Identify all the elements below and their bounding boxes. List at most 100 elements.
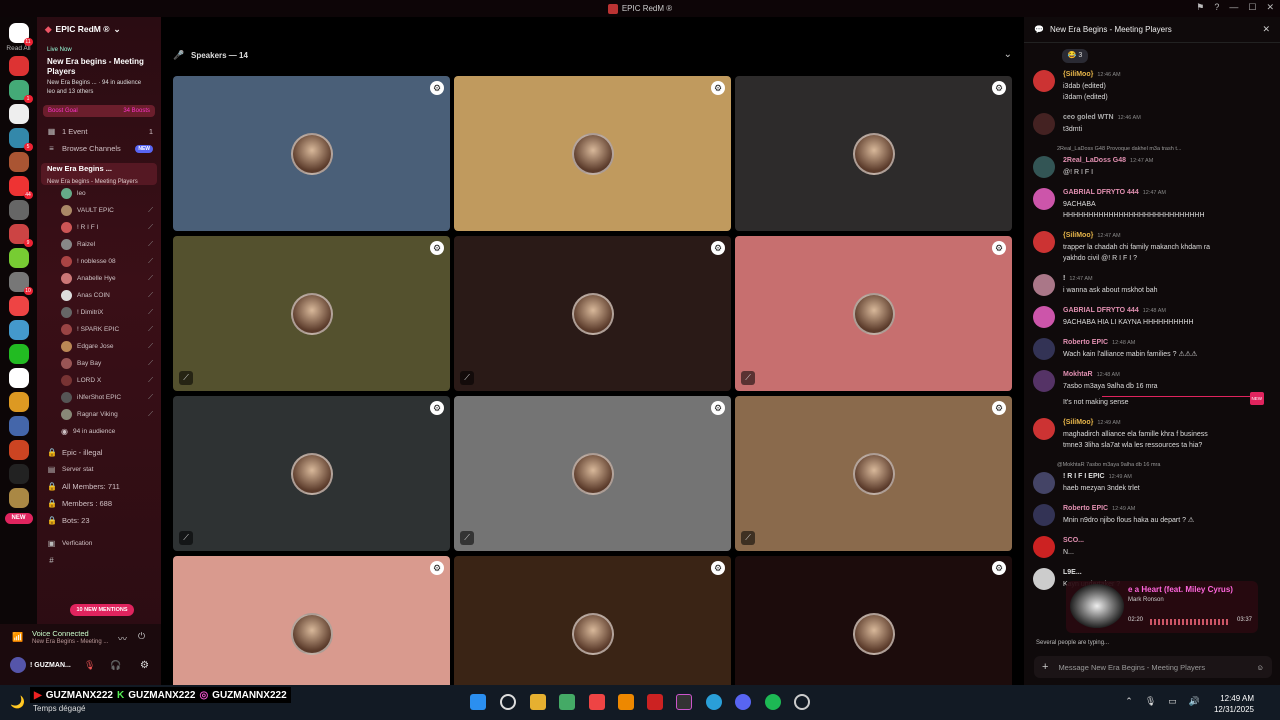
message-author[interactable]: {SiliMoo}	[1063, 419, 1093, 426]
server-icon[interactable]	[8, 464, 29, 484]
voice-user[interactable]: iNferShot EPIC ⟋	[37, 389, 161, 406]
app-icon[interactable]	[794, 694, 810, 710]
message-author[interactable]: Roberto EPIC	[1063, 505, 1108, 512]
voice-user[interactable]: ! noblesse 08 ⟋	[37, 253, 161, 270]
tile-options-icon[interactable]: ⚙	[711, 81, 725, 95]
clock[interactable]: 12:49 AM 12/31/2025	[1214, 693, 1254, 715]
voice-user[interactable]: ! R I F I ⟋	[37, 219, 161, 236]
server-header[interactable]: ◆ EPIC RedM ® ⌄	[37, 17, 161, 41]
voice-user[interactable]: ! SPARK EPIC ⟋	[37, 321, 161, 338]
progress-bar[interactable]	[1150, 619, 1230, 625]
reaction-pill[interactable]: 😂 3	[1062, 49, 1088, 63]
message-input[interactable]: + Message New Era Begins - Meeting Playe…	[1034, 656, 1272, 678]
speaker-tile[interactable]: ⚙ ⟋	[735, 236, 1012, 391]
avatar[interactable]	[1033, 156, 1055, 178]
store-icon[interactable]	[559, 694, 575, 710]
audience-count[interactable]: ◉ 94 in audience	[37, 423, 161, 440]
discord-home-icon[interactable]: 11	[8, 23, 33, 46]
avatar[interactable]	[1033, 274, 1055, 296]
tile-options-icon[interactable]: ⚙	[711, 401, 725, 415]
mic-muted-icon[interactable]: 🎙	[84, 660, 95, 671]
message-author[interactable]: Roberto EPIC	[1063, 339, 1108, 346]
speaker-tile[interactable]: ⚙ ⟋	[735, 396, 1012, 551]
events-channel[interactable]: ▦ 1 Event 1	[37, 123, 161, 140]
avatar[interactable]	[1033, 568, 1055, 590]
minimize-button[interactable]: —	[1229, 2, 1238, 13]
search-icon[interactable]	[500, 694, 516, 710]
tile-options-icon[interactable]: ⚙	[430, 241, 444, 255]
avatar[interactable]	[1033, 338, 1055, 360]
chat-message[interactable]: {SiliMoo} 12:47 AM trapper la chadah chi f…	[1024, 224, 1280, 267]
message-author[interactable]: GABRIAL DFRYTO 444	[1063, 307, 1139, 314]
channel-all-members[interactable]: 🔒 All Members: 711	[37, 478, 161, 495]
chat-message[interactable]: 2Real_LaDoss G48 Provoque dakhel m3a tra…	[1024, 138, 1280, 181]
new-badge[interactable]: NEW	[4, 513, 33, 524]
message-author[interactable]: ! R I F I EPIC	[1063, 473, 1105, 480]
tile-options-icon[interactable]: ⚙	[430, 401, 444, 415]
server-icon[interactable]	[8, 104, 29, 124]
voice-user[interactable]: Edgare Jose ⟋	[37, 338, 161, 355]
tile-options-icon[interactable]: ⚙	[430, 81, 444, 95]
message-author[interactable]: {SiliMoo}	[1063, 71, 1093, 78]
chevron-up-icon[interactable]: ⌃	[1125, 696, 1133, 707]
server-icon[interactable]: 9	[8, 224, 33, 247]
user-panel[interactable]: ! GUZMAN...	[10, 657, 71, 673]
server-icon[interactable]	[8, 320, 29, 340]
message-author[interactable]: MokhtaR	[1063, 371, 1093, 378]
category-verfication[interactable]: ▣ Verfication	[37, 535, 161, 552]
speaker-tile[interactable]: ⚙ ⟋	[454, 396, 731, 551]
tile-options-icon[interactable]: ⚙	[711, 241, 725, 255]
channel-hash[interactable]: #	[37, 552, 161, 569]
chat-message[interactable]: Roberto EPIC 12:49 AM Mnin n9dro njibo flo…	[1024, 497, 1280, 529]
network-icon[interactable]: ▭	[1168, 696, 1177, 707]
chat-message[interactable]: ! 12:47 AM i wanna ask about mskhot bah	[1024, 267, 1280, 299]
brave-icon[interactable]	[589, 694, 605, 710]
speaker-tile[interactable]: ⚙ ⟋	[173, 236, 450, 391]
avatar[interactable]	[1033, 504, 1055, 526]
avatar[interactable]	[1033, 113, 1055, 135]
tile-options-icon[interactable]: ⚙	[992, 241, 1006, 255]
chat-message[interactable]: ceo goled WTN 12:46 AM t3dmti	[1024, 106, 1280, 138]
help-icon[interactable]: ?	[1214, 2, 1219, 13]
voice-user[interactable]: VAULT EPIC ⟋	[37, 202, 161, 219]
app-icon[interactable]	[618, 694, 634, 710]
server-icon[interactable]	[8, 296, 29, 316]
speaker-tile[interactable]: ⚙ ⟋	[454, 236, 731, 391]
chat-message[interactable]: Roberto EPIC 12:48 AM Wach kain l'alliance…	[1024, 331, 1280, 363]
close-button[interactable]: ✕	[1266, 2, 1274, 13]
server-icon[interactable]	[8, 392, 29, 412]
chevron-down-icon[interactable]: ⌄	[1004, 49, 1012, 60]
stage-channel[interactable]: New Era Begins ... New Era begins - Meet…	[41, 163, 157, 185]
weather-icon[interactable]: 🌙	[10, 695, 25, 709]
tile-options-icon[interactable]: ⚙	[711, 561, 725, 575]
new-mentions-pill[interactable]: 10 NEW MENTIONS	[70, 604, 134, 616]
avatar[interactable]	[1033, 472, 1055, 494]
message-author[interactable]: !	[1063, 275, 1065, 282]
chat-message[interactable]: {SiliMoo} 12:49 AM maghadirch alliance ela…	[1024, 411, 1280, 454]
message-author[interactable]: 2Real_LaDoss G48	[1063, 157, 1126, 164]
voice-user[interactable]: Bay Bay ⟋	[37, 355, 161, 372]
noise-icon[interactable]: 〰	[118, 632, 127, 645]
server-icon[interactable]	[8, 488, 29, 508]
chat-message[interactable]: SCO... N...	[1024, 529, 1280, 561]
headphones-icon[interactable]: 🎧	[110, 660, 121, 671]
chat-message[interactable]: GABRIAL DFRYTO 444 12:47 AM 9ACHABA HHHHHHH…	[1024, 181, 1280, 224]
close-icon[interactable]: ✕	[1262, 24, 1270, 35]
volume-icon[interactable]: 🔊	[1189, 696, 1200, 707]
server-icon[interactable]	[8, 344, 29, 364]
server-icon[interactable]	[8, 416, 29, 436]
emoji-icon[interactable]: ☺	[1256, 663, 1264, 672]
app-icon[interactable]	[647, 694, 663, 710]
chat-message[interactable]: MokhtaR 12:48 AM 7asbo m3aya 9alha db 16 m…	[1024, 363, 1280, 411]
channel-bots[interactable]: 🔒 Bots: 23	[37, 512, 161, 529]
reply-preview[interactable]: 2Real_LaDoss G48 Provoque dakhel m3a tra…	[1057, 144, 1272, 155]
spotify-icon[interactable]	[765, 694, 781, 710]
voice-user[interactable]: LORD X ⟋	[37, 372, 161, 389]
message-author[interactable]: SCO...	[1063, 537, 1084, 544]
music-player[interactable]: e a Heart (feat. Miley Cyrus) Mark Ronso…	[1066, 581, 1258, 633]
maximize-button[interactable]: ☐	[1248, 2, 1256, 13]
file-explorer-icon[interactable]	[530, 694, 546, 710]
server-icon[interactable]: 10	[8, 272, 33, 295]
server-icon[interactable]	[8, 368, 29, 388]
avatar[interactable]	[1033, 231, 1055, 253]
